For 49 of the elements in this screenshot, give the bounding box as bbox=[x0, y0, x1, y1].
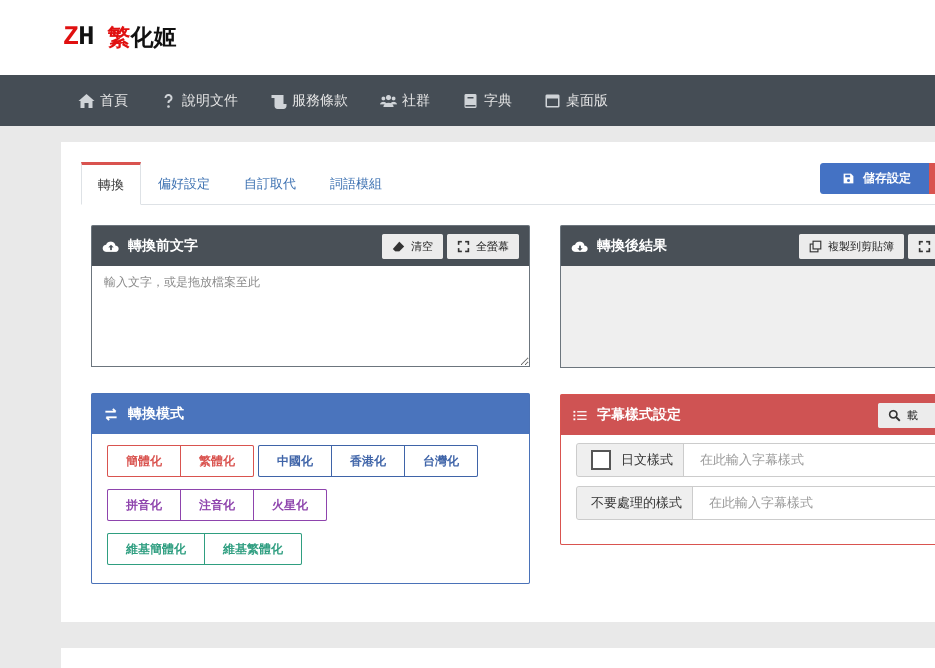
addon-label: 不要處理的樣式 bbox=[576, 486, 693, 520]
source-text-input[interactable]: 輸入文字，或是拖放檔案至此 bbox=[91, 266, 530, 367]
mode-button[interactable]: 中國化 bbox=[258, 445, 332, 477]
book-icon bbox=[462, 92, 479, 108]
nav-link[interactable]: 字典 bbox=[462, 92, 512, 110]
panel-title: 字幕樣式設定 bbox=[597, 406, 681, 424]
mode-button[interactable]: 注音化 bbox=[180, 489, 254, 521]
save-settings-button[interactable]: 儲存設定 bbox=[820, 163, 929, 194]
eraser-icon bbox=[392, 240, 405, 252]
fullscreen-icon bbox=[918, 240, 931, 252]
mode-button[interactable]: 火星化 bbox=[253, 489, 327, 521]
mode-button[interactable]: 拼音化 bbox=[107, 489, 181, 521]
panel-title: 轉換模式 bbox=[128, 405, 184, 423]
mode-button[interactable]: 維基簡體化 bbox=[107, 533, 205, 565]
nav-link[interactable]: 說明文件 bbox=[160, 92, 238, 110]
mode-button[interactable]: 簡體化 bbox=[107, 445, 181, 477]
mode-button[interactable]: 台灣化 bbox=[404, 445, 478, 477]
panel-title: 轉換前文字 bbox=[128, 237, 198, 255]
users-icon bbox=[380, 92, 397, 108]
home-icon bbox=[78, 92, 95, 108]
mode-button[interactable]: 香港化 bbox=[331, 445, 405, 477]
search-icon bbox=[888, 408, 901, 422]
fullscreen-button[interactable]: 全螢幕 bbox=[447, 234, 519, 258]
style-input[interactable]: 在此輸入字幕樣式 bbox=[684, 443, 935, 477]
cloud-download-icon bbox=[571, 238, 589, 254]
mode-button[interactable]: 繁體化 bbox=[180, 445, 254, 477]
nav-link[interactable]: 桌面版 bbox=[544, 92, 608, 110]
tab[interactable]: 轉換 bbox=[81, 162, 141, 205]
fullscreen-icon bbox=[457, 240, 470, 252]
tab[interactable]: 自訂取代 bbox=[227, 162, 313, 205]
addon-label: 日文樣式 bbox=[621, 452, 673, 469]
nav-link[interactable]: 服務條款 bbox=[270, 92, 348, 110]
copy-icon bbox=[809, 240, 822, 252]
style-input[interactable]: 在此輸入字幕樣式 bbox=[693, 486, 935, 520]
panel-title: 轉換後結果 bbox=[597, 237, 667, 255]
brand-name[interactable]: 繁化姬 bbox=[107, 22, 176, 53]
window-icon bbox=[544, 92, 561, 108]
scroll-icon bbox=[270, 92, 287, 108]
mode-button[interactable]: 維基繁體化 bbox=[204, 533, 302, 565]
cloud-upload-icon bbox=[102, 238, 120, 254]
nav-link[interactable]: 首頁 bbox=[78, 92, 128, 110]
clear-button[interactable]: 清空 bbox=[382, 234, 443, 258]
load-button[interactable]: 載 bbox=[878, 402, 935, 428]
copy-button[interactable]: 複製到剪貼簿 bbox=[799, 234, 904, 258]
checkbox[interactable] bbox=[591, 450, 611, 470]
tab[interactable]: 偏好設定 bbox=[141, 162, 227, 205]
save-icon bbox=[842, 172, 855, 185]
tab[interactable]: 詞語模組 bbox=[313, 162, 399, 205]
nav-link[interactable]: 社群 bbox=[380, 92, 430, 110]
